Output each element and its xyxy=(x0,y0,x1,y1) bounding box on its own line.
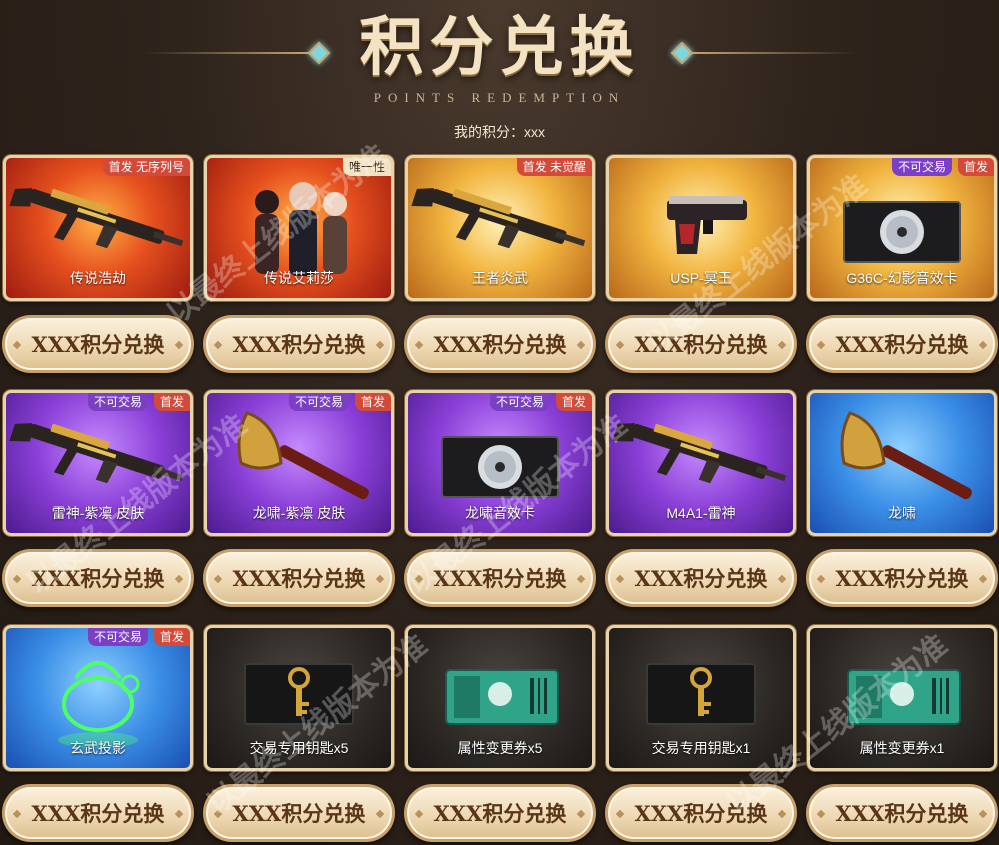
header: 积分兑换 POINTS REDEMPTION 我的积分：xxx xyxy=(0,0,999,150)
item-card[interactable]: 不可交易 首发龙啸音效卡 xyxy=(405,390,595,536)
redeem-button[interactable]: XXX积分兑换 xyxy=(203,315,395,373)
item-tags: 不可交易 首发 xyxy=(890,158,994,176)
tag-badge: 不可交易 xyxy=(891,158,952,176)
item-name: 交易专用钥匙x1 xyxy=(651,740,751,756)
tag-badge: 首发 xyxy=(555,393,592,411)
title-decoration-right xyxy=(690,52,855,54)
redeem-button[interactable]: XXX积分兑换 xyxy=(404,315,596,373)
redeem-button[interactable]: XXX积分兑换 xyxy=(806,315,998,373)
tag-badge: 首发 未觉醒 xyxy=(516,158,592,176)
redeem-button[interactable]: XXX积分兑换 xyxy=(806,784,998,842)
tag-badge: 首发 xyxy=(354,393,391,411)
tag-badge: 唯一性 xyxy=(342,158,391,176)
redeem-button[interactable]: XXX积分兑换 xyxy=(203,784,395,842)
item-tags: 不可交易 首发 xyxy=(86,628,190,646)
redeem-button[interactable]: XXX积分兑换 xyxy=(404,549,596,607)
redeem-button[interactable]: XXX积分兑换 xyxy=(203,549,395,607)
tag-badge: 首发 xyxy=(957,158,994,176)
item-name: 传说浩劫 xyxy=(70,270,126,286)
item-tags: 首发 未觉醒 xyxy=(515,158,592,176)
redeem-button[interactable]: XXX积分兑换 xyxy=(806,549,998,607)
item-card[interactable]: 不可交易 首发 G36C-幻影音效卡 xyxy=(807,155,997,301)
item-card[interactable]: 首发 未觉醒王者炎武 xyxy=(405,155,595,301)
item-name: 玄武投影 xyxy=(70,740,126,756)
item-name: 属性变更券x1 xyxy=(859,740,945,756)
tag-badge: 首发 xyxy=(153,628,190,646)
tag-badge: 首发 无序列号 xyxy=(102,158,190,176)
page-subtitle: POINTS REDEMPTION xyxy=(373,90,626,105)
redeem-button[interactable]: XXX积分兑换 xyxy=(2,784,194,842)
item-card[interactable]: USP-冥王 xyxy=(606,155,796,301)
tag-badge: 不可交易 xyxy=(288,393,349,411)
tag-badge: 首发 xyxy=(153,393,190,411)
item-tags: 不可交易 首发 xyxy=(86,393,190,411)
item-card[interactable]: 属性变更券x5 xyxy=(405,625,595,771)
item-name: 龙啸-紫凛 皮肤 xyxy=(252,505,346,521)
item-name: 雷神-紫凛 皮肤 xyxy=(51,505,145,521)
item-tags: 唯一性 xyxy=(341,158,391,176)
redeem-button[interactable]: XXX积分兑换 xyxy=(2,549,194,607)
my-points: 我的积分：xxx xyxy=(454,124,545,140)
item-name: 交易专用钥匙x5 xyxy=(249,740,349,756)
redeem-button[interactable]: XXX积分兑换 xyxy=(605,784,797,842)
item-name: 属性变更券x5 xyxy=(457,740,543,756)
item-name: M4A1-雷神 xyxy=(666,505,736,521)
item-name: G36C-幻影音效卡 xyxy=(846,270,958,286)
item-name: USP-冥王 xyxy=(670,270,732,286)
item-name: 传说艾莉莎 xyxy=(264,270,334,286)
item-card[interactable]: 属性变更券x1 xyxy=(807,625,997,771)
page-title: 积分兑换 xyxy=(359,10,640,85)
redeem-button[interactable]: XXX积分兑换 xyxy=(605,549,797,607)
item-card[interactable]: 不可交易 首发龙啸-紫凛 皮肤 xyxy=(204,390,394,536)
redeem-button[interactable]: XXX积分兑换 xyxy=(605,315,797,373)
item-card[interactable]: M4A1-雷神 xyxy=(606,390,796,536)
item-card[interactable]: 不可交易 首发雷神-紫凛 皮肤 xyxy=(3,390,193,536)
item-card[interactable]: 交易专用钥匙x5 xyxy=(204,625,394,771)
item-card[interactable]: 不可交易 首发玄武投影 xyxy=(3,625,193,771)
item-tags: 不可交易 首发 xyxy=(287,393,391,411)
item-name: 龙啸音效卡 xyxy=(465,505,535,521)
redeem-button[interactable]: XXX积分兑换 xyxy=(2,315,194,373)
item-card[interactable]: 龙啸 xyxy=(807,390,997,536)
tag-badge: 不可交易 xyxy=(87,628,148,646)
item-card[interactable]: 首发 无序列号传说浩劫 xyxy=(3,155,193,301)
item-name: 王者炎武 xyxy=(472,270,528,286)
tag-badge: 不可交易 xyxy=(87,393,148,411)
item-tags: 首发 无序列号 xyxy=(101,158,190,176)
item-tags: 不可交易 首发 xyxy=(488,393,592,411)
redeem-button[interactable]: XXX积分兑换 xyxy=(404,784,596,842)
tag-badge: 不可交易 xyxy=(489,393,550,411)
item-card[interactable]: 交易专用钥匙x1 xyxy=(606,625,796,771)
item-name: 龙啸 xyxy=(888,505,916,521)
item-card[interactable]: 唯一性传说艾莉莎 xyxy=(204,155,394,301)
